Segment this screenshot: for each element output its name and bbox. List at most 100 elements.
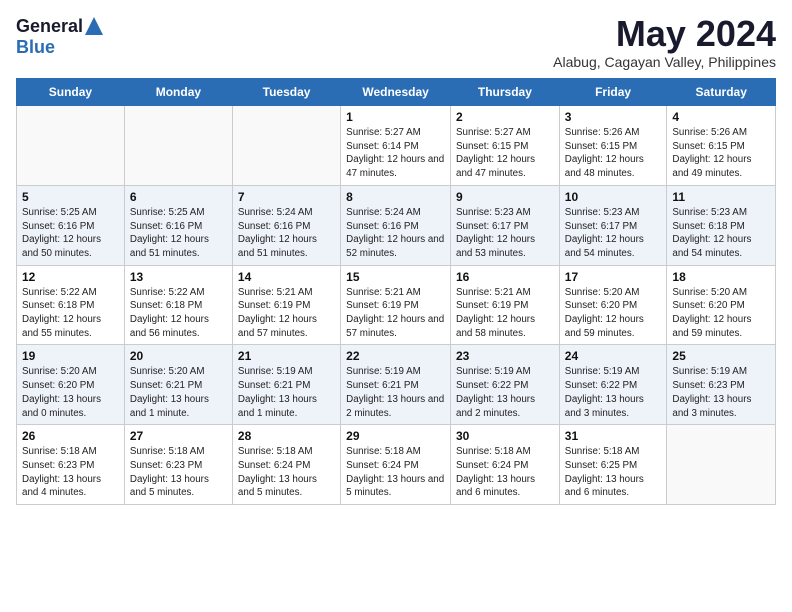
calendar-cell [232, 106, 340, 186]
calendar-cell: 28 Sunrise: 5:18 AM Sunset: 6:24 PM Dayli… [232, 425, 340, 505]
col-tuesday: Tuesday [232, 79, 340, 106]
logo-blue: Blue [16, 37, 55, 57]
day-number: 13 [130, 270, 227, 284]
calendar-cell: 29Sunrise: 5:18 AM Sunset: 6:24 PM Dayli… [341, 425, 451, 505]
day-number: 19 [22, 349, 119, 363]
day-info: Sunrise: 5:20 AM Sunset: 6:20 PM Dayligh… [565, 286, 662, 341]
calendar-week-3: 12 Sunrise: 5:22 AM Sunset: 6:18 PM Dayli… [17, 265, 776, 345]
day-number: 11 [672, 190, 770, 204]
day-info: Sunrise: 5:20 AM Sunset: 6:21 PM Dayligh… [130, 365, 227, 420]
col-saturday: Saturday [667, 79, 776, 106]
day-info: Sunrise: 5:22 AM Sunset: 6:18 PM Dayligh… [130, 286, 227, 341]
day-info: Sunrise: 5:26 AM Sunset: 6:15 PM Dayligh… [672, 126, 770, 181]
calendar-cell: 22 Sunrise: 5:19 AM Sunset: 6:21 PM Dayli… [341, 345, 451, 425]
calendar-cell: 9 Sunrise: 5:23 AM Sunset: 6:17 PM Daylig… [451, 185, 560, 265]
day-number: 24 [565, 349, 662, 363]
logo-icon [85, 17, 103, 35]
calendar-cell: 17 Sunrise: 5:20 AM Sunset: 6:20 PM Dayli… [559, 265, 667, 345]
day-number: 15 [346, 270, 445, 284]
logo: General Blue [16, 16, 103, 58]
day-number: 4 [672, 110, 770, 124]
day-number: 17 [565, 270, 662, 284]
calendar-cell: 20 Sunrise: 5:20 AM Sunset: 6:21 PM Dayli… [124, 345, 232, 425]
day-info: Sunrise: 5:23 AM Sunset: 6:18 PM Dayligh… [672, 206, 770, 261]
calendar-cell: 8 Sunrise: 5:24 AM Sunset: 6:16 PM Daylig… [341, 185, 451, 265]
day-info: Sunrise: 5:25 AM Sunset: 6:16 PM Dayligh… [22, 206, 119, 261]
col-monday: Monday [124, 79, 232, 106]
calendar-cell: 14Sunrise: 5:21 AM Sunset: 6:19 PM Dayli… [232, 265, 340, 345]
calendar-week-5: 26 Sunrise: 5:18 AM Sunset: 6:23 PM Dayli… [17, 425, 776, 505]
day-number: 26 [22, 429, 119, 443]
day-info: Sunrise: 5:18 AM Sunset: 6:23 PM Dayligh… [22, 445, 119, 500]
calendar-cell: 21 Sunrise: 5:19 AM Sunset: 6:21 PM Dayli… [232, 345, 340, 425]
col-friday: Friday [559, 79, 667, 106]
calendar-cell: 11 Sunrise: 5:23 AM Sunset: 6:18 PM Dayli… [667, 185, 776, 265]
day-info: Sunrise: 5:18 AM Sunset: 6:25 PM Dayligh… [565, 445, 662, 500]
calendar-header-row: Sunday Monday Tuesday Wednesday Thursday… [17, 79, 776, 106]
day-info: Sunrise: 5:18 AM Sunset: 6:24 PM Dayligh… [346, 445, 445, 500]
day-number: 3 [565, 110, 662, 124]
day-info: Sunrise: 5:18 AM Sunset: 6:24 PM Dayligh… [238, 445, 335, 500]
day-number: 10 [565, 190, 662, 204]
day-number: 22 [346, 349, 445, 363]
day-info: Sunrise: 5:24 AM Sunset: 6:16 PM Dayligh… [238, 206, 335, 261]
calendar-cell: 15Sunrise: 5:21 AM Sunset: 6:19 PM Dayli… [341, 265, 451, 345]
day-number: 25 [672, 349, 770, 363]
day-info: Sunrise: 5:22 AM Sunset: 6:18 PM Dayligh… [22, 286, 119, 341]
day-number: 5 [22, 190, 119, 204]
day-info: Sunrise: 5:19 AM Sunset: 6:21 PM Dayligh… [346, 365, 445, 420]
day-number: 9 [456, 190, 554, 204]
calendar-cell: 3 Sunrise: 5:26 AM Sunset: 6:15 PM Daylig… [559, 106, 667, 186]
page-header: General Blue May 2024 Alabug, Cagayan Va… [16, 16, 776, 70]
day-number: 30 [456, 429, 554, 443]
calendar-cell: 24 Sunrise: 5:19 AM Sunset: 6:22 PM Dayli… [559, 345, 667, 425]
calendar-cell: 30Sunrise: 5:18 AM Sunset: 6:24 PM Dayli… [451, 425, 560, 505]
calendar-week-2: 5 Sunrise: 5:25 AM Sunset: 6:16 PM Daylig… [17, 185, 776, 265]
day-info: Sunrise: 5:19 AM Sunset: 6:23 PM Dayligh… [672, 365, 770, 420]
calendar-cell [667, 425, 776, 505]
calendar-cell: 1Sunrise: 5:27 AM Sunset: 6:14 PM Daylig… [341, 106, 451, 186]
day-number: 16 [456, 270, 554, 284]
calendar-week-4: 19 Sunrise: 5:20 AM Sunset: 6:20 PM Dayli… [17, 345, 776, 425]
day-info: Sunrise: 5:27 AM Sunset: 6:14 PM Dayligh… [346, 126, 445, 181]
day-info: Sunrise: 5:18 AM Sunset: 6:23 PM Dayligh… [130, 445, 227, 500]
logo-general: General [16, 16, 83, 37]
day-number: 7 [238, 190, 335, 204]
day-info: Sunrise: 5:19 AM Sunset: 6:21 PM Dayligh… [238, 365, 335, 420]
day-number: 14 [238, 270, 335, 284]
month-title: May 2024 [553, 16, 776, 52]
calendar-cell: 16Sunrise: 5:21 AM Sunset: 6:19 PM Dayli… [451, 265, 560, 345]
day-info: Sunrise: 5:23 AM Sunset: 6:17 PM Dayligh… [456, 206, 554, 261]
day-info: Sunrise: 5:24 AM Sunset: 6:16 PM Dayligh… [346, 206, 445, 261]
col-thursday: Thursday [451, 79, 560, 106]
day-number: 27 [130, 429, 227, 443]
calendar-cell [124, 106, 232, 186]
calendar-cell: 19 Sunrise: 5:20 AM Sunset: 6:20 PM Dayli… [17, 345, 125, 425]
calendar-cell: 26 Sunrise: 5:18 AM Sunset: 6:23 PM Dayli… [17, 425, 125, 505]
day-info: Sunrise: 5:20 AM Sunset: 6:20 PM Dayligh… [672, 286, 770, 341]
calendar-cell: 10 Sunrise: 5:23 AM Sunset: 6:17 PM Dayli… [559, 185, 667, 265]
location: Alabug, Cagayan Valley, Philippines [553, 54, 776, 70]
day-number: 20 [130, 349, 227, 363]
day-info: Sunrise: 5:19 AM Sunset: 6:22 PM Dayligh… [565, 365, 662, 420]
day-number: 8 [346, 190, 445, 204]
day-number: 21 [238, 349, 335, 363]
day-number: 28 [238, 429, 335, 443]
title-area: May 2024 Alabug, Cagayan Valley, Philipp… [553, 16, 776, 70]
day-number: 23 [456, 349, 554, 363]
col-wednesday: Wednesday [341, 79, 451, 106]
day-number: 18 [672, 270, 770, 284]
calendar-cell: 31Sunrise: 5:18 AM Sunset: 6:25 PM Dayli… [559, 425, 667, 505]
day-info: Sunrise: 5:26 AM Sunset: 6:15 PM Dayligh… [565, 126, 662, 181]
col-sunday: Sunday [17, 79, 125, 106]
calendar-cell: 23Sunrise: 5:19 AM Sunset: 6:22 PM Dayli… [451, 345, 560, 425]
day-info: Sunrise: 5:20 AM Sunset: 6:20 PM Dayligh… [22, 365, 119, 420]
day-number: 6 [130, 190, 227, 204]
calendar-cell: 6Sunrise: 5:25 AM Sunset: 6:16 PM Daylig… [124, 185, 232, 265]
calendar-week-1: 1Sunrise: 5:27 AM Sunset: 6:14 PM Daylig… [17, 106, 776, 186]
day-number: 2 [456, 110, 554, 124]
calendar-table: Sunday Monday Tuesday Wednesday Thursday… [16, 78, 776, 505]
day-info: Sunrise: 5:23 AM Sunset: 6:17 PM Dayligh… [565, 206, 662, 261]
calendar-cell: 7 Sunrise: 5:24 AM Sunset: 6:16 PM Daylig… [232, 185, 340, 265]
day-number: 12 [22, 270, 119, 284]
